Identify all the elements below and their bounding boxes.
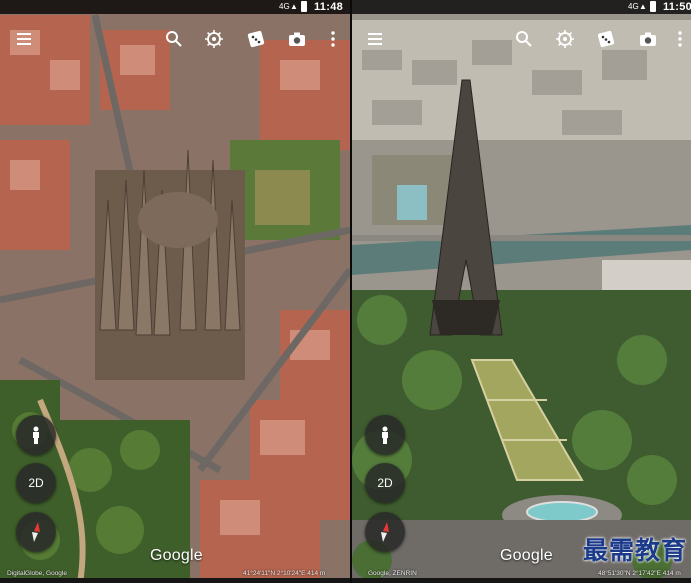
status-bar: 4G ▲ 11:50 [352, 0, 691, 14]
view-2d-button[interactable]: 2D [16, 463, 56, 503]
person-button[interactable] [365, 415, 405, 455]
compass-icon [32, 522, 40, 542]
bottom-strip [0, 578, 350, 583]
status-time: 11:48 [314, 1, 344, 13]
imagery-attribution: DigitalGlobe, Google [7, 570, 67, 577]
signal-indicator: 4G [628, 2, 639, 11]
compass-button[interactable] [365, 512, 405, 552]
camera-icon[interactable] [284, 26, 310, 52]
random-dice-icon[interactable] [243, 26, 269, 52]
coordinates-readout: 41°24'11"N 2°10'24"E 414 m [243, 570, 326, 577]
imagery-attribution: Google, ZENRIN [368, 570, 417, 577]
search-icon[interactable] [161, 26, 187, 52]
view-2d-label: 2D [28, 476, 44, 490]
camera-icon[interactable] [635, 26, 661, 52]
google-logo: Google [500, 547, 553, 564]
voyager-icon[interactable] [201, 26, 227, 52]
person-icon [33, 426, 39, 444]
view-2d-label: 2D [377, 476, 393, 490]
more-vert-icon[interactable] [320, 26, 346, 52]
signal-bars-icon: ▲ [639, 2, 647, 11]
random-dice-icon[interactable] [593, 26, 619, 52]
google-logo: Google [150, 547, 203, 564]
menu-icon[interactable] [362, 26, 388, 52]
battery-icon [301, 1, 307, 12]
top-toolbar [0, 26, 350, 54]
left-screen: 4G ▲ 11:48 2D Google DigitalGlobe, Googl… [0, 0, 350, 583]
view-2d-button[interactable]: 2D [365, 463, 405, 503]
more-vert-icon[interactable] [667, 26, 691, 52]
battery-icon [650, 1, 656, 12]
person-icon [382, 426, 388, 444]
signal-bars-icon: ▲ [290, 2, 298, 11]
compass-icon [381, 522, 389, 542]
voyager-icon[interactable] [552, 26, 578, 52]
signal-indicator: 4G [279, 2, 290, 11]
coordinates-readout: 48°51'30"N 2°17'42"E 414 m [598, 570, 681, 577]
bottom-strip [352, 578, 691, 583]
satellite-map-paris[interactable] [352, 0, 691, 583]
watermark-text: 最需教育 [582, 536, 687, 565]
top-toolbar [352, 26, 691, 54]
right-screen: 4G ▲ 11:50 2D Google Google, ZENRIN 48°5… [352, 0, 691, 583]
satellite-map-barcelona[interactable] [0, 0, 350, 583]
person-button[interactable] [16, 415, 56, 455]
status-time: 11:50 [663, 1, 691, 13]
search-icon[interactable] [511, 26, 537, 52]
menu-icon[interactable] [11, 26, 37, 52]
compass-button[interactable] [16, 512, 56, 552]
screens-container: 4G ▲ 11:48 2D Google DigitalGlobe, Googl… [0, 0, 691, 583]
status-bar: 4G ▲ 11:48 [0, 0, 350, 14]
